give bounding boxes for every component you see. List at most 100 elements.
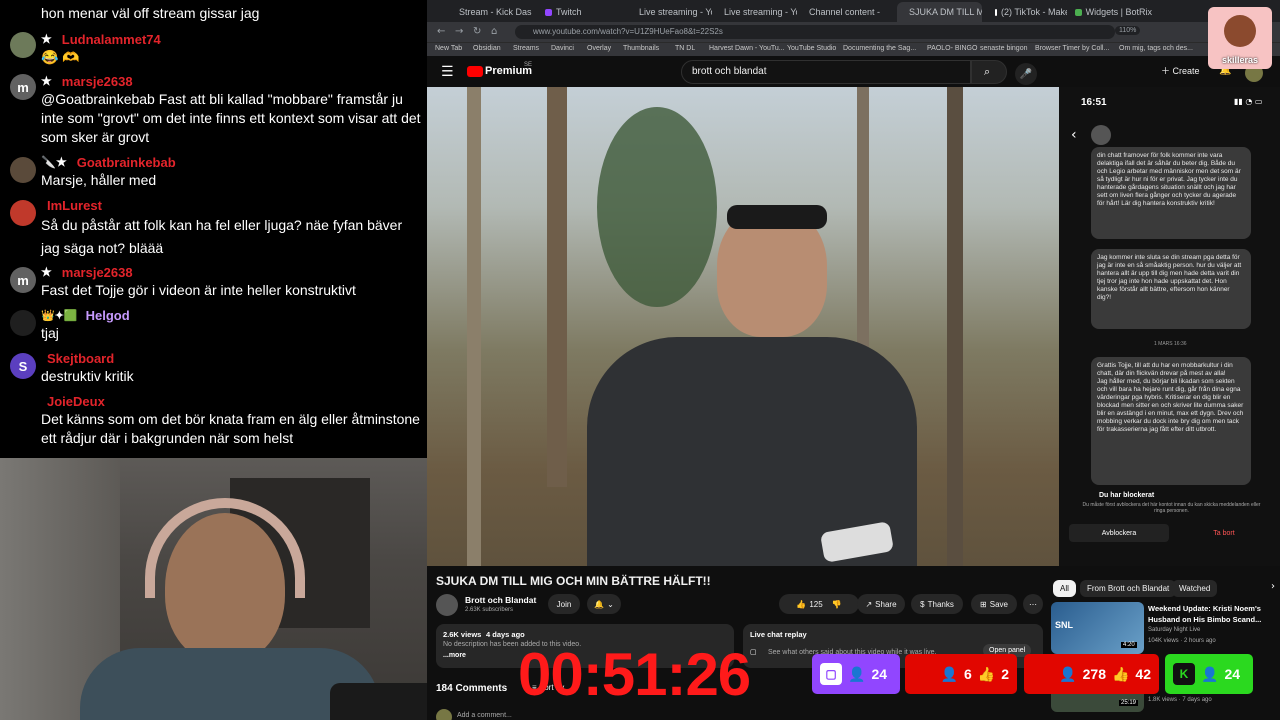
youtube-viewer-count: 6 xyxy=(963,666,972,682)
chat-message: ★ Ludnalammet74 😂 🫶 xyxy=(0,30,427,67)
url-field[interactable]: www.youtube.com/watch?v=U1Z9HUeFao8&t=22… xyxy=(515,25,1115,39)
browser-tab[interactable]: Widgets | BotRix xyxy=(1067,2,1152,22)
like-button[interactable]: 👍 125 👎 xyxy=(779,594,859,614)
chat-username[interactable]: JoieDeux xyxy=(47,394,105,409)
chat-message-text: tjaj xyxy=(41,325,59,341)
bookmark[interactable]: New Tab xyxy=(435,45,462,52)
recommended-meta: 1.8K views · 7 days ago xyxy=(1148,697,1212,703)
bookmark[interactable]: senaste bingon xyxy=(980,45,1027,52)
user-avatar[interactable]: S xyxy=(10,353,36,379)
chip-watched[interactable]: Watched xyxy=(1172,580,1218,597)
browser-window: Stream - Kick Dashbo Twitch Live streami… xyxy=(427,0,1280,720)
user-avatar xyxy=(436,709,452,720)
channel-avatar[interactable] xyxy=(436,594,458,616)
add-comment-input[interactable]: Add a comment... xyxy=(457,712,512,719)
more-actions-button[interactable]: ⋯ xyxy=(1023,594,1043,614)
bookmark[interactable]: Om mig, tags och des... xyxy=(1119,45,1193,52)
chat-username[interactable]: Helgod xyxy=(86,308,130,323)
home-icon[interactable]: ⌂ xyxy=(491,26,497,37)
voice-search-icon[interactable]: 🎤 xyxy=(1015,63,1037,85)
browser-tab[interactable]: Live streaming - YouT xyxy=(712,2,797,22)
forward-icon[interactable]: → xyxy=(455,26,463,37)
chip-from-channel[interactable]: From Brott och Blandat xyxy=(1080,580,1177,597)
chat-username[interactable]: Goatbrainkebab xyxy=(77,155,176,170)
unblock-button: Avblockera xyxy=(1069,524,1169,542)
recommended-title[interactable]: Weekend Update: Kristi Noem's Husband on… xyxy=(1148,603,1272,625)
bookmark[interactable]: PAOLO- BINGO xyxy=(927,45,977,52)
chat-username[interactable]: ImLurest xyxy=(47,198,102,213)
view-count: 2.6K views xyxy=(443,630,482,639)
browser-tab[interactable]: Channel content - Yo xyxy=(797,2,882,22)
message-date: 1 MARS 16:36 xyxy=(1154,341,1187,347)
bookmark[interactable]: YouTube Studio xyxy=(787,45,836,52)
bookmark[interactable]: Obsidian xyxy=(473,45,501,52)
join-button[interactable]: Join xyxy=(548,594,580,614)
kick-icon: K xyxy=(1173,663,1195,685)
tree-trunk xyxy=(547,87,567,487)
youtube-like-count: 2 xyxy=(1001,666,1009,682)
recommended-thumbnail[interactable]: SNL 4:20 xyxy=(1051,602,1144,654)
thumbs-down-icon: 👎 xyxy=(831,599,842,609)
phone-clock: 16:51 xyxy=(1081,97,1107,108)
user-avatar[interactable] xyxy=(10,32,36,58)
user-avatar[interactable]: m xyxy=(10,267,36,293)
user-avatar[interactable] xyxy=(10,157,36,183)
user-avatar[interactable]: m xyxy=(10,74,36,100)
region-code: SE xyxy=(524,62,533,68)
person-icon: 👤 xyxy=(848,665,866,682)
back-chevron-icon: ‹ xyxy=(1071,127,1077,143)
youtube-viewer-count: 278 xyxy=(1082,666,1106,682)
like-icon: 👍 xyxy=(1111,665,1130,682)
comments-count: 184 Comments xyxy=(436,683,508,694)
chat-username[interactable]: marsje2638 xyxy=(62,265,133,280)
chat-username[interactable]: marsje2638 xyxy=(62,74,133,89)
chip-all[interactable]: All xyxy=(1053,580,1076,597)
bookmark[interactable]: Harvest Dawn - YouTu... xyxy=(709,45,785,52)
user-avatar[interactable] xyxy=(10,200,36,226)
bookmark[interactable]: Davinci xyxy=(551,45,574,52)
stream-timer: 00:51:26 xyxy=(518,641,751,708)
bookmark[interactable]: Overlay xyxy=(587,45,611,52)
person-icon: 👤 xyxy=(940,665,958,682)
share-button[interactable]: ↗ Share xyxy=(857,594,905,614)
search-input[interactable]: brott och blandat xyxy=(681,60,971,84)
video-player[interactable] xyxy=(427,87,1059,566)
create-button[interactable]: ＋ Create xyxy=(1161,64,1200,77)
user-avatar[interactable] xyxy=(10,310,36,336)
chat-username[interactable]: Ludnalammet74 xyxy=(62,32,161,47)
zoom-level[interactable]: 110% xyxy=(1115,26,1141,35)
bookmark[interactable]: Documenting the Sag... xyxy=(843,45,916,52)
more-link[interactable]: ...more xyxy=(443,652,466,659)
bookmark[interactable]: Streams xyxy=(513,45,539,52)
notification-bell-button[interactable]: 🔔 ⌄ xyxy=(587,594,621,614)
bookmark[interactable]: TN DL xyxy=(675,45,695,52)
channel-name[interactable]: Brott och Blandat xyxy=(465,595,536,605)
kick-viewer-counter: K 👤 24 xyxy=(1165,654,1253,694)
bookmark[interactable]: Browser Timer by Coll... xyxy=(1035,45,1109,52)
browser-tab[interactable]: Live streaming - YouT xyxy=(627,2,712,22)
chevron-right-icon[interactable]: › xyxy=(1271,581,1275,592)
browser-tab-active[interactable]: SJUKA DM TILL M xyxy=(897,2,982,22)
youtube-logo-icon[interactable] xyxy=(467,66,483,77)
chat-username[interactable]: Skejtboard xyxy=(47,351,114,366)
browser-tab[interactable]: Twitch xyxy=(537,2,622,22)
bookmark[interactable]: Thumbnails xyxy=(623,45,659,52)
menu-icon[interactable]: ☰ xyxy=(441,64,454,80)
browser-tab[interactable]: (2) TikTok - Make You xyxy=(987,2,1067,22)
sunglasses xyxy=(727,205,827,229)
back-icon[interactable]: ← xyxy=(437,26,445,37)
kick-viewer-count: 24 xyxy=(1224,666,1241,682)
chat-message-text: 😂 🫶 xyxy=(41,49,80,65)
upload-age: 4 days ago xyxy=(486,630,525,639)
badge-icon: 🔪★ xyxy=(41,155,67,169)
youtube-viewer-counter: ▶ 👤 278 👍 42 xyxy=(1024,654,1159,694)
tree-trunk xyxy=(467,87,481,566)
search-button[interactable]: ⌕ xyxy=(971,60,1007,84)
twitch-viewer-counter: ▢ 👤 24 xyxy=(812,654,900,694)
save-button[interactable]: ⊞ Save xyxy=(971,594,1017,614)
reload-icon[interactable]: ↻ xyxy=(473,26,481,37)
browser-tab[interactable]: Stream - Kick Dashbo xyxy=(447,2,532,22)
badge-icon: 👑✦🟩 xyxy=(41,309,78,322)
thanks-button[interactable]: $ Thanks xyxy=(911,594,963,614)
delete-button: Ta bort xyxy=(1213,529,1235,537)
